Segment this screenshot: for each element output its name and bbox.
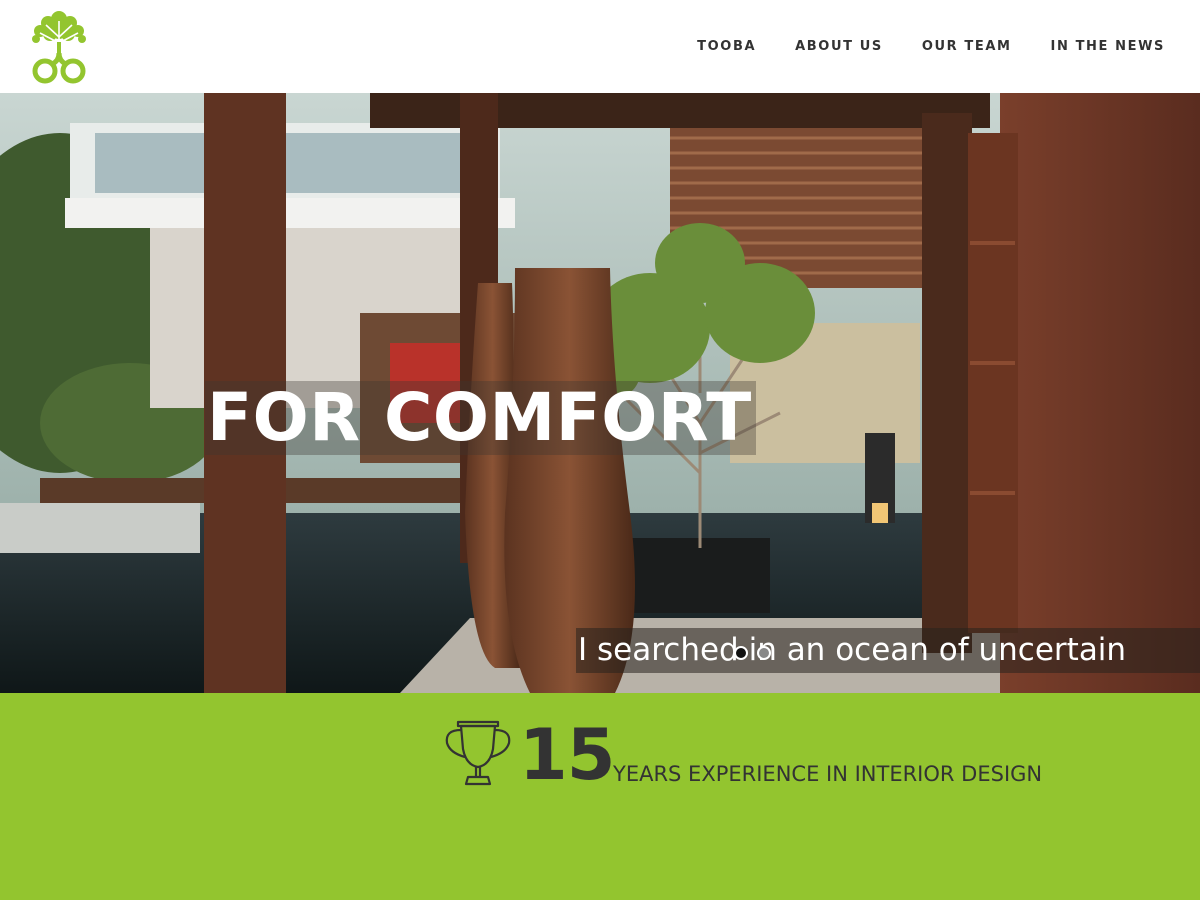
experience-stats: 15 YEARS EXPERIENCE IN INTERIOR DESIGN [0, 693, 1200, 900]
nav-item-our-team[interactable]: OUR TEAM [922, 39, 1012, 54]
nav-item-tooba[interactable]: TOOBA [697, 39, 756, 54]
slider-dot-2[interactable] [757, 646, 771, 660]
hero-subtitle: I searched in an ocean of uncertain [576, 628, 1200, 673]
hero-title: FOR COMFORT [205, 381, 756, 455]
trophy-icon [445, 720, 511, 786]
years-number: 15 [519, 714, 615, 796]
hero-slider: FOR COMFORT I searched in an ocean of un… [0, 93, 1200, 693]
nav-item-about-us[interactable]: ABOUT US [795, 39, 883, 54]
tree-logo-icon[interactable] [30, 9, 88, 85]
site-header: TOOBA ABOUT US OUR TEAM IN THE NEWS [0, 0, 1200, 93]
nav-item-in-the-news[interactable]: IN THE NEWS [1051, 39, 1165, 54]
years-label: YEARS EXPERIENCE IN INTERIOR DESIGN [613, 762, 1043, 786]
slider-dot-1[interactable] [734, 646, 748, 660]
main-nav: TOOBA ABOUT US OUR TEAM IN THE NEWS [697, 39, 1165, 54]
